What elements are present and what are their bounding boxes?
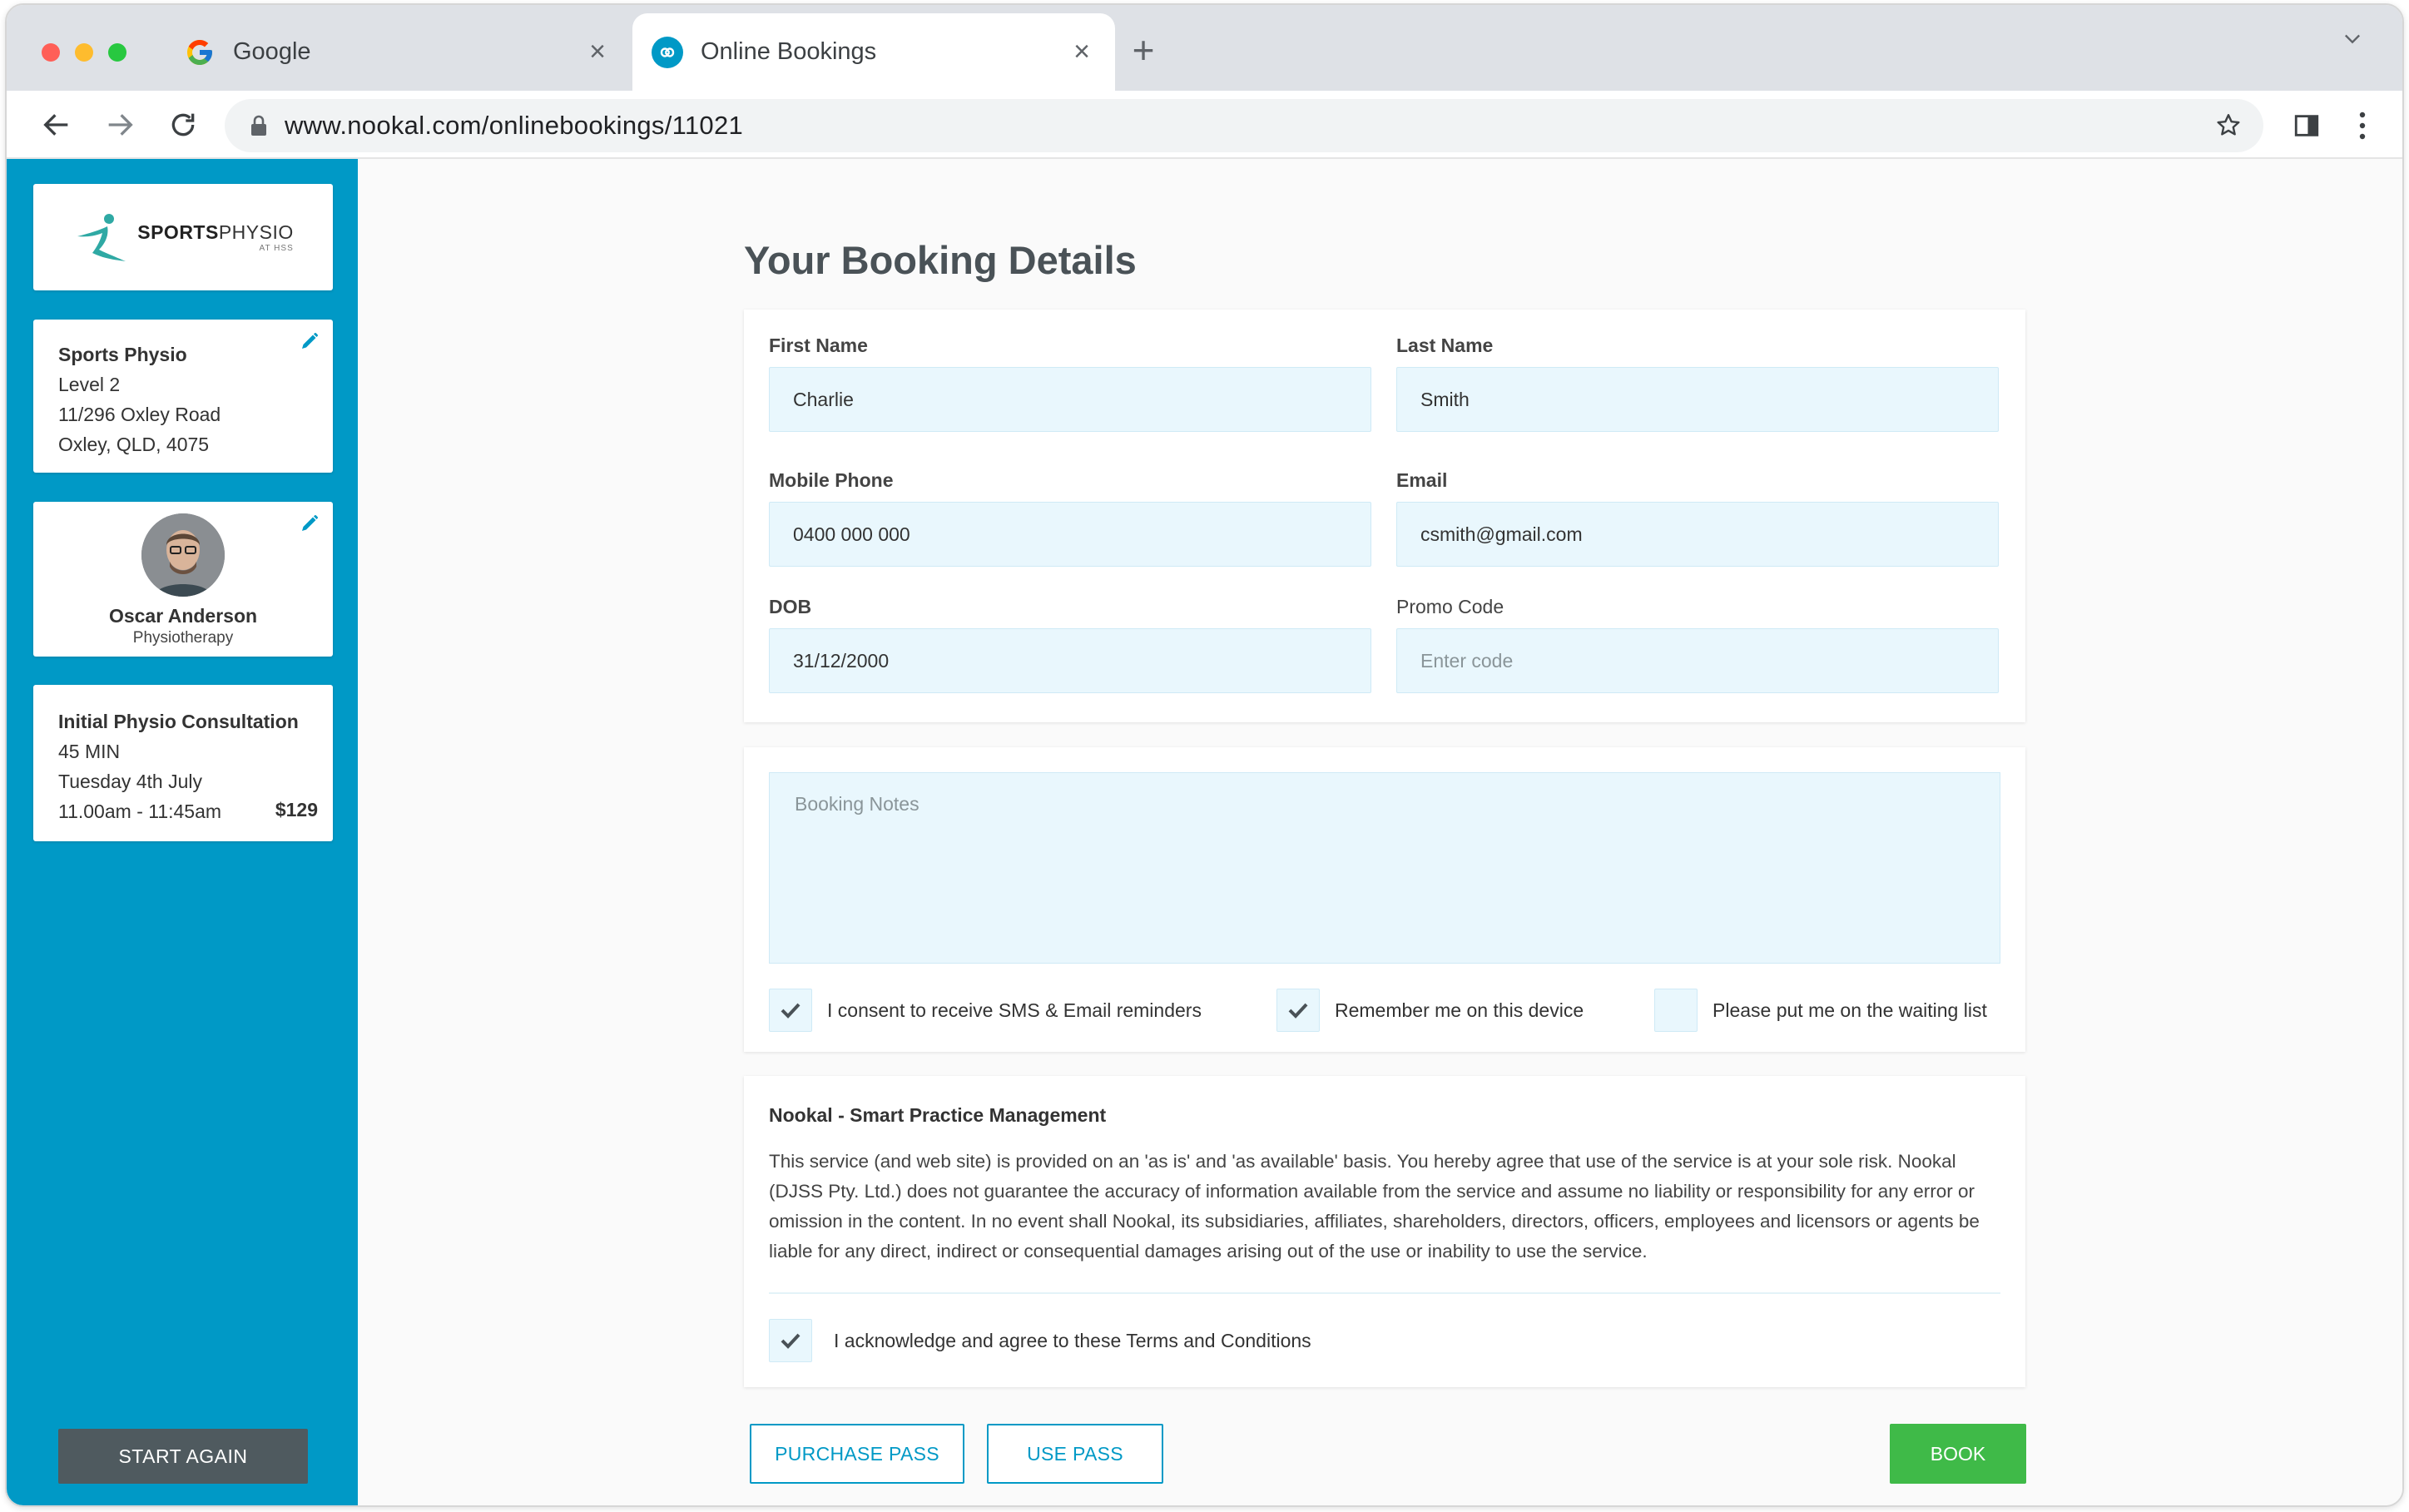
bookmark-star-icon[interactable] bbox=[2212, 109, 2245, 142]
remember-device-checkbox[interactable] bbox=[1276, 989, 1320, 1032]
close-tab-icon[interactable]: × bbox=[1065, 36, 1098, 69]
maximize-window-button[interactable] bbox=[108, 43, 126, 62]
terms-title: Nookal - Smart Practice Management bbox=[769, 1104, 1107, 1126]
close-tab-icon[interactable]: × bbox=[581, 36, 614, 69]
use-pass-button[interactable]: USE PASS bbox=[987, 1424, 1163, 1484]
service-price: $129 bbox=[275, 799, 318, 820]
terms-acknowledge-option[interactable]: I acknowledge and agree to these Terms a… bbox=[769, 1319, 1311, 1362]
first-name-label: First Name bbox=[769, 335, 868, 356]
sms-consent-checkbox[interactable] bbox=[769, 989, 812, 1032]
booking-notes-textarea[interactable]: Booking Notes bbox=[769, 772, 2000, 964]
booking-page: SPORTSPHYSIO AT HSS Sports Physio Level … bbox=[7, 159, 2402, 1505]
email-field: Email csmith@gmail.com bbox=[1396, 469, 1999, 567]
browser-menu-icon[interactable] bbox=[2350, 107, 2375, 144]
waiting-list-label: Please put me on the waiting list bbox=[1713, 999, 1987, 1021]
promo-code-field: Promo Code Enter code bbox=[1396, 596, 1999, 693]
tab-title: Google bbox=[233, 38, 311, 65]
nookal-infinity-icon bbox=[651, 36, 684, 69]
waiting-list-checkbox[interactable] bbox=[1654, 989, 1698, 1032]
checkmark-icon bbox=[1288, 1003, 1308, 1019]
side-panel-icon[interactable] bbox=[2288, 107, 2325, 144]
sms-consent-option[interactable]: I consent to receive SMS & Email reminde… bbox=[769, 989, 1202, 1032]
forward-arrow-icon[interactable] bbox=[100, 105, 140, 145]
location-line: Oxley, QLD, 4075 bbox=[58, 434, 210, 455]
location-line: 11/296 Oxley Road bbox=[58, 404, 221, 425]
last-name-label: Last Name bbox=[1396, 335, 1494, 356]
new-tab-button[interactable]: + bbox=[1123, 28, 1163, 72]
service-duration: 45 MIN bbox=[58, 741, 121, 762]
minimize-window-button[interactable] bbox=[75, 43, 93, 62]
start-again-button[interactable]: START AGAIN bbox=[58, 1429, 308, 1484]
tab-google[interactable]: Google × bbox=[165, 13, 631, 91]
purchase-pass-button[interactable]: PURCHASE PASS bbox=[750, 1424, 964, 1484]
remember-device-option[interactable]: Remember me on this device bbox=[1276, 989, 1584, 1032]
book-button[interactable]: BOOK bbox=[1890, 1424, 2026, 1484]
lock-icon[interactable] bbox=[246, 112, 271, 140]
terms-acknowledge-checkbox[interactable] bbox=[769, 1319, 812, 1362]
back-arrow-icon[interactable] bbox=[37, 105, 77, 145]
last-name-input[interactable]: Smith bbox=[1396, 367, 1999, 432]
url-text[interactable]: www.nookal.com/onlinebookings/11021 bbox=[285, 111, 2212, 141]
practitioner-role: Physiotherapy bbox=[132, 629, 234, 647]
location-card: Sports Physio Level 2 11/296 Oxley Road … bbox=[33, 320, 333, 473]
practitioner-card: Oscar Anderson Physiotherapy bbox=[33, 502, 333, 657]
edit-location-pencil-icon[interactable] bbox=[298, 330, 321, 353]
dob-field: DOB 31/12/2000 bbox=[769, 596, 1371, 693]
service-date: Tuesday 4th July bbox=[58, 771, 203, 792]
address-bar[interactable]: www.nookal.com/onlinebookings/11021 bbox=[225, 99, 2263, 152]
tab-strip: Google × Online Bookings × + bbox=[7, 5, 2402, 91]
practitioner-name: Oscar Anderson bbox=[108, 605, 258, 627]
first-name-input[interactable]: Charlie bbox=[769, 367, 1371, 432]
browser-window: Google × Online Bookings × + www.nookal.… bbox=[5, 3, 2404, 1507]
dob-input[interactable]: 31/12/2000 bbox=[769, 628, 1371, 693]
service-name: Initial Physio Consultation bbox=[58, 711, 299, 732]
mobile-phone-label: Mobile Phone bbox=[769, 469, 894, 491]
booking-notes-panel: Booking Notes I consent to receive SMS &… bbox=[744, 747, 2025, 1052]
promo-code-input[interactable]: Enter code bbox=[1396, 628, 1999, 693]
dob-label: DOB bbox=[769, 596, 812, 617]
sms-consent-label: I consent to receive SMS & Email reminde… bbox=[827, 999, 1202, 1021]
google-g-icon bbox=[183, 36, 216, 69]
terms-body: This service (and web site) is provided … bbox=[769, 1151, 1980, 1262]
logo-wordmark: SPORTSPHYSIO bbox=[137, 221, 294, 243]
location-line: Level 2 bbox=[58, 374, 121, 395]
booking-details-form: First Name Charlie Last Name Smith Mobil… bbox=[744, 310, 2025, 722]
first-name-field: First Name Charlie bbox=[769, 335, 1371, 432]
practice-logo: SPORTSPHYSIO AT HSS bbox=[33, 184, 333, 290]
last-name-field: Last Name Smith bbox=[1396, 335, 1999, 432]
mobile-phone-input[interactable]: 0400 000 000 bbox=[769, 502, 1371, 567]
page-title: Your Booking Details bbox=[744, 238, 1137, 282]
browser-toolbar: www.nookal.com/onlinebookings/11021 bbox=[7, 91, 2402, 159]
promo-code-label: Promo Code bbox=[1396, 596, 1504, 617]
practitioner-avatar bbox=[141, 513, 225, 597]
location-name: Sports Physio bbox=[58, 344, 187, 365]
tab-online-bookings[interactable]: Online Bookings × bbox=[632, 13, 1115, 91]
tab-title: Online Bookings bbox=[701, 38, 877, 65]
waiting-list-option[interactable]: Please put me on the waiting list bbox=[1654, 989, 1987, 1032]
service-card: Initial Physio Consultation 45 MIN Tuesd… bbox=[33, 685, 333, 841]
sportsphysio-figure-icon bbox=[77, 214, 126, 261]
email-label: Email bbox=[1396, 469, 1448, 491]
mobile-phone-field: Mobile Phone 0400 000 000 bbox=[769, 469, 1371, 567]
terms-acknowledge-label: I acknowledge and agree to these Terms a… bbox=[834, 1329, 1311, 1351]
service-time: 11.00am - 11:45am bbox=[58, 801, 222, 822]
terms-panel: Nookal - Smart Practice Management This … bbox=[744, 1076, 2025, 1387]
logo-subtitle: AT HSS bbox=[259, 244, 294, 253]
close-window-button[interactable] bbox=[42, 43, 60, 62]
edit-practitioner-pencil-icon[interactable] bbox=[298, 512, 321, 535]
tab-search-chevron-icon[interactable] bbox=[2336, 22, 2369, 55]
reload-icon[interactable] bbox=[163, 105, 203, 145]
email-input[interactable]: csmith@gmail.com bbox=[1396, 502, 1999, 567]
booking-summary-sidebar: SPORTSPHYSIO AT HSS Sports Physio Level … bbox=[7, 159, 358, 1505]
checkmark-icon bbox=[781, 1333, 801, 1349]
checkmark-icon bbox=[781, 1003, 801, 1019]
remember-device-label: Remember me on this device bbox=[1335, 999, 1584, 1021]
terms-divider bbox=[769, 1292, 2000, 1294]
